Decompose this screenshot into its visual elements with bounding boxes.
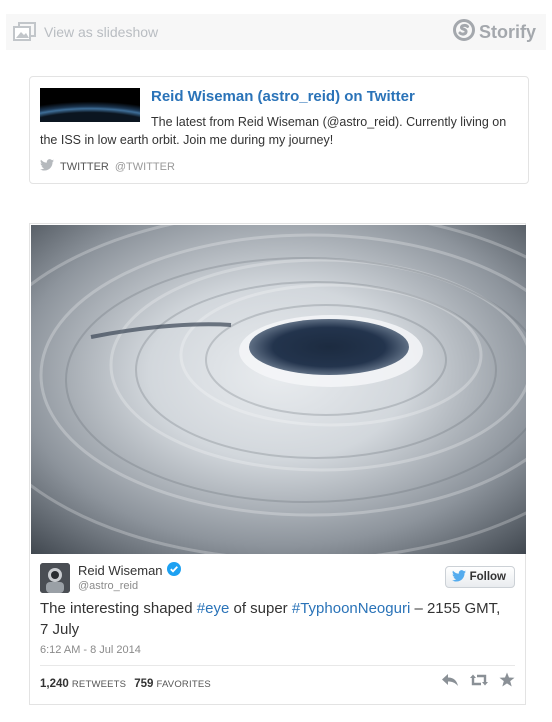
reply-icon[interactable] [441, 673, 459, 692]
favorite-star-icon[interactable] [499, 672, 515, 692]
tweet-timestamp[interactable]: 6:12 AM - 8 Jul 2014 [40, 644, 141, 656]
tweet-actions [441, 672, 515, 692]
tweet-stats: 1,240 RETWEETS 759 FAVORITES [40, 678, 211, 690]
tweet-body: Reid Wiseman @astro_reid Follow The inte… [30, 554, 525, 704]
favorites-label: FAVORITES [156, 679, 211, 690]
profile-card-description: The latest from Reid Wiseman (@astro_rei… [40, 115, 507, 147]
storify-wordmark: Storify [478, 21, 536, 42]
twitter-bird-icon [451, 569, 466, 585]
hashtag-typhoon-link[interactable]: #TyphoonNeoguri [292, 600, 410, 617]
tweet-text: The interesting shaped #eye of super #Ty… [40, 598, 510, 640]
retweets-label: RETWEETS [71, 679, 127, 690]
storify-s-icon [452, 18, 475, 46]
follow-label: Follow [469, 571, 506, 583]
author-avatar[interactable] [40, 563, 70, 593]
top-toolbar: View as slideshow Storify [6, 14, 546, 50]
author-name[interactable]: Reid Wiseman [78, 563, 163, 578]
divider [40, 665, 515, 666]
source-handle: @TWITTER [114, 160, 175, 173]
slideshow-label: View as slideshow [44, 24, 159, 40]
storify-logo[interactable]: Storify [452, 18, 536, 46]
embedded-tweet: Reid Wiseman @astro_reid Follow The inte… [29, 223, 526, 705]
twitter-bird-icon [40, 159, 54, 174]
view-as-slideshow-link[interactable]: View as slideshow [12, 21, 158, 43]
favorites-count: 759 [134, 678, 154, 690]
twitter-profile-card[interactable]: Reid Wiseman (astro_reid) on Twitter The… [29, 76, 529, 184]
follow-button[interactable]: Follow [444, 566, 515, 588]
profile-card-title[interactable]: Reid Wiseman (astro_reid) on Twitter [151, 88, 415, 105]
tweet-text-part: The interesting shaped [40, 600, 197, 617]
hashtag-eye-link[interactable]: #eye [197, 600, 230, 617]
source-name: TWITTER [60, 160, 109, 173]
retweets-stat[interactable]: 1,240 RETWEETS [40, 678, 126, 690]
profile-card-source: TWITTER @TWITTER [40, 159, 175, 174]
favorites-stat[interactable]: 759 FAVORITES [134, 678, 211, 690]
slideshow-icon [12, 21, 38, 43]
author-handle[interactable]: @astro_reid [78, 580, 138, 592]
verified-badge-icon [166, 562, 181, 579]
typhoon-eye-photo[interactable] [31, 225, 526, 554]
tweet-text-part: of super [229, 600, 292, 617]
retweet-icon[interactable] [469, 673, 489, 692]
retweets-count: 1,240 [40, 678, 69, 690]
tweet-author[interactable]: Reid Wiseman [78, 562, 181, 579]
